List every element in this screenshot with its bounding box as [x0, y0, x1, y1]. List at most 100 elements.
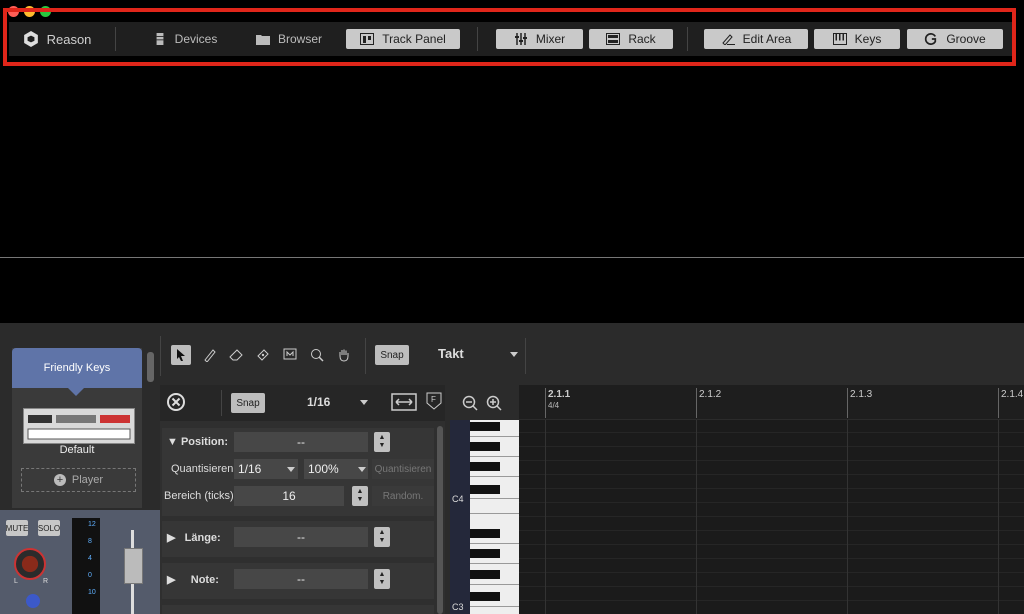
select-tool-arrow-icon[interactable]	[171, 345, 191, 365]
device-header-pointer	[68, 388, 84, 396]
piano-key-divider	[470, 606, 519, 607]
piano-key-divider	[470, 476, 519, 477]
random-button[interactable]: Random.	[372, 486, 434, 506]
piano-key-divider	[470, 456, 519, 457]
note-field[interactable]: --	[234, 569, 368, 589]
pan-right-label: R	[43, 578, 49, 585]
zoom-in-icon[interactable]	[486, 395, 502, 411]
plus-icon: +	[53, 474, 66, 486]
piano-black-key[interactable]	[470, 592, 500, 601]
piano-black-key[interactable]	[470, 442, 500, 451]
hand-tool-icon[interactable]	[334, 345, 354, 365]
piano-key-divider	[470, 513, 519, 514]
ruler-tick	[545, 388, 546, 418]
meter-mark: 8	[88, 538, 92, 545]
tool-divider	[365, 338, 366, 374]
range-label: Bereich (ticks)	[164, 490, 234, 502]
ruler-mark: 2.1.2	[699, 389, 722, 400]
send-knob[interactable]	[26, 594, 40, 608]
grid-value[interactable]: 1/16	[307, 395, 330, 409]
pencil-tool-icon[interactable]	[200, 345, 220, 365]
device-header[interactable]: Friendly Keys	[12, 348, 142, 388]
chevron-down-icon[interactable]	[358, 467, 366, 472]
mute-tool-icon[interactable]	[280, 345, 300, 365]
length-label[interactable]: ▶ Länge:	[167, 531, 221, 544]
zoom-out-icon[interactable]	[462, 395, 478, 411]
grid-row-line	[519, 572, 1024, 573]
grid-row-line	[519, 446, 1024, 447]
ruler-tick	[847, 388, 848, 418]
position-label-text: Position:	[180, 436, 229, 448]
timeline-ruler[interactable]	[519, 385, 1024, 419]
range-field[interactable]: 16	[234, 486, 344, 506]
grid-beat-line	[847, 420, 848, 614]
piano-key-divider	[470, 543, 519, 544]
grid-row-line	[519, 460, 1024, 461]
grid-beat-line	[545, 420, 546, 614]
grid-row-line	[519, 516, 1024, 517]
sequencer-divider	[0, 257, 1024, 258]
note-stepper[interactable]: ▲ ▼	[374, 569, 390, 589]
grid-row-line	[519, 600, 1024, 601]
piano-black-key[interactable]	[470, 485, 500, 494]
snap-toggle[interactable]: Snap	[375, 345, 409, 365]
piano-black-key[interactable]	[470, 570, 500, 579]
snap-value-select[interactable]: Takt	[438, 346, 498, 364]
device-scrollbar[interactable]	[147, 352, 154, 382]
volume-fader[interactable]	[124, 548, 143, 584]
chevron-down-icon[interactable]	[360, 400, 368, 405]
piano-key-divider	[470, 436, 519, 437]
magnify-tool-icon[interactable]	[307, 345, 327, 365]
range-stepper[interactable]: ▲ ▼	[352, 486, 368, 506]
add-player-button[interactable]: + Player	[21, 468, 136, 492]
razor-tool-icon[interactable]	[253, 345, 273, 365]
ruler-mark: 2.1.4	[1001, 389, 1024, 400]
time-signature: 4/4	[548, 401, 560, 410]
device-thumbnail[interactable]	[23, 408, 135, 444]
length-stepper[interactable]: ▲ ▼	[374, 527, 390, 547]
follow-icon[interactable]: F	[426, 392, 442, 410]
ruler-tick	[998, 388, 999, 418]
note-grid[interactable]	[519, 420, 1024, 614]
piano-black-key[interactable]	[470, 422, 500, 431]
length-field[interactable]: --	[234, 527, 368, 547]
octave-bar	[450, 420, 470, 614]
grid-beat-line	[696, 420, 697, 614]
octave-label-c4: C4	[452, 494, 464, 504]
grid-row-line	[519, 558, 1024, 559]
piano-black-key[interactable]	[470, 462, 500, 471]
grid-beat-line	[998, 420, 999, 614]
ruler-tick	[696, 388, 697, 418]
position-stepper[interactable]: ▲ ▼	[374, 432, 390, 452]
inspector-snap-toggle[interactable]: Snap	[231, 393, 265, 413]
meter-mark: 10	[88, 589, 96, 596]
solo-button[interactable]: SOLO	[38, 520, 60, 536]
length-label-text: Länge:	[184, 532, 221, 544]
grid-row-line	[519, 432, 1024, 433]
position-label[interactable]: ▼ Position:	[167, 436, 228, 448]
pan-knob[interactable]	[14, 548, 46, 580]
grid-row-line	[519, 530, 1024, 531]
instrument-thumbnail-icon	[27, 415, 131, 440]
piano-black-key[interactable]	[470, 549, 500, 558]
ruler-mark: 2.1.1	[548, 389, 571, 400]
meter-mark: 12	[88, 521, 96, 528]
quantize-button[interactable]: Quantisieren	[372, 459, 434, 479]
piano-key-divider	[470, 584, 519, 585]
tool-divider	[160, 336, 161, 376]
grid-row-line	[519, 502, 1024, 503]
mute-button[interactable]: MUTE	[6, 520, 28, 536]
close-circle-icon[interactable]	[166, 392, 186, 412]
chevron-down-icon[interactable]	[287, 467, 295, 472]
pan-left-label: L	[14, 578, 18, 585]
position-field[interactable]: --	[234, 432, 368, 452]
piano-black-key[interactable]	[470, 529, 500, 538]
inspector-scrollbar[interactable]	[437, 426, 443, 614]
svg-text:F: F	[431, 395, 436, 404]
chevron-down-icon[interactable]	[510, 352, 518, 357]
eraser-tool-icon[interactable]	[226, 345, 246, 365]
quantize-label: Quantisieren	[171, 463, 234, 475]
octave-label-c3: C3	[452, 602, 464, 612]
fit-width-icon[interactable]	[391, 391, 417, 413]
note-label[interactable]: ▶ Note:	[167, 573, 219, 586]
